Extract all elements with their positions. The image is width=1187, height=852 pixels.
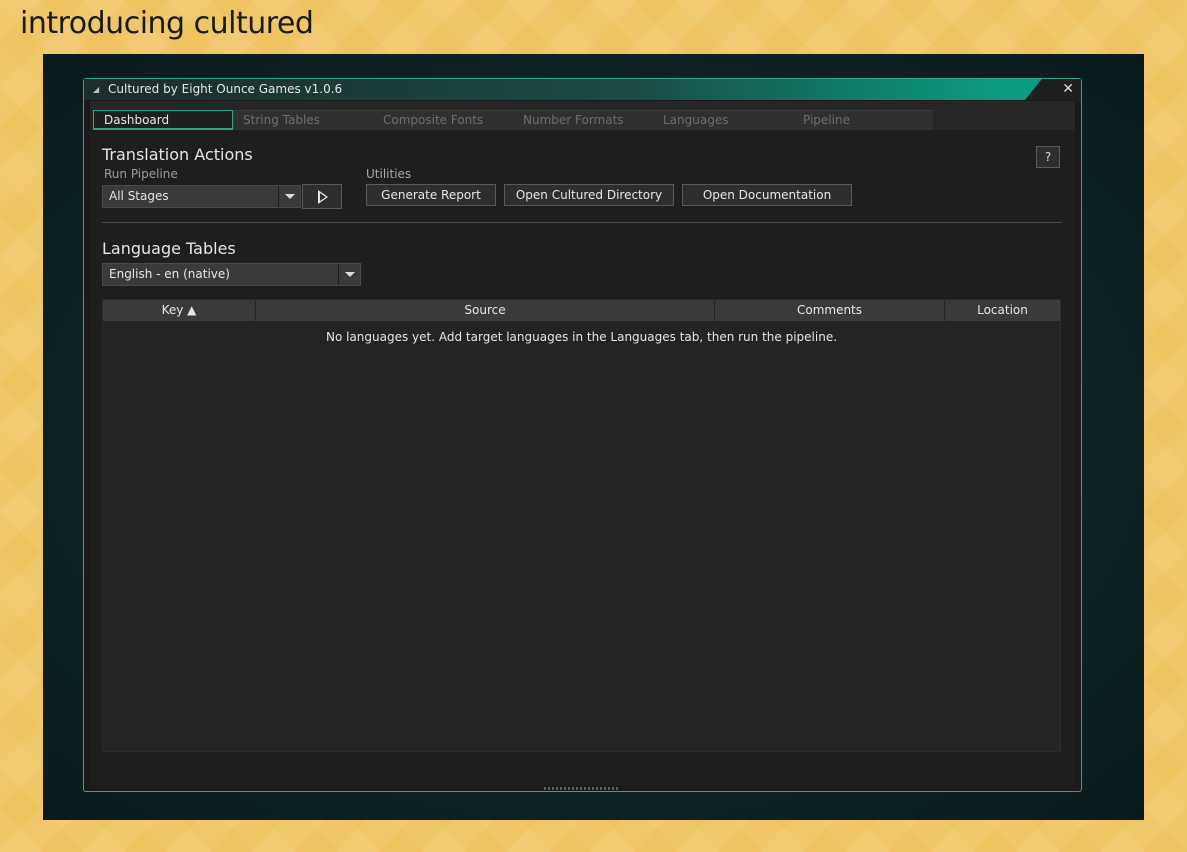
open-cultured-directory-button[interactable]: Open Cultured Directory bbox=[504, 184, 674, 206]
tab-string-tables[interactable]: String Tables bbox=[233, 110, 373, 130]
translation-actions-title: Translation Actions bbox=[102, 145, 253, 164]
tab-composite-fonts[interactable]: Composite Fonts bbox=[373, 110, 513, 130]
language-select[interactable]: English - en (native) bbox=[102, 263, 361, 286]
run-pipeline-label: Run Pipeline bbox=[104, 167, 178, 181]
tab-number-formats[interactable]: Number Formats bbox=[513, 110, 653, 130]
language-select-value: English - en (native) bbox=[109, 267, 230, 281]
close-button[interactable]: ✕ bbox=[1025, 79, 1081, 100]
chevron-down-icon[interactable] bbox=[278, 186, 300, 207]
window-content: Dashboard String Tables Composite Fonts … bbox=[90, 101, 1075, 785]
tab-languages[interactable]: Languages bbox=[653, 110, 793, 130]
run-pipeline-button[interactable] bbox=[302, 184, 342, 209]
help-button[interactable]: ? bbox=[1036, 146, 1060, 168]
title-bar[interactable]: ◢ Cultured by Eight Ounce Games v1.0.6 ✕ bbox=[84, 79, 1081, 100]
stage-select[interactable]: All Stages bbox=[102, 185, 301, 208]
window-title: Cultured by Eight Ounce Games v1.0.6 bbox=[108, 82, 343, 96]
cultured-window: ◢ Cultured by Eight Ounce Games v1.0.6 ✕… bbox=[83, 78, 1082, 792]
close-icon: ✕ bbox=[1062, 81, 1074, 97]
column-location[interactable]: Location bbox=[945, 300, 1060, 321]
utilities-label: Utilities bbox=[366, 167, 412, 181]
tab-pipeline[interactable]: Pipeline bbox=[793, 110, 933, 130]
tab-dashboard[interactable]: Dashboard bbox=[93, 110, 233, 130]
generate-report-button[interactable]: Generate Report bbox=[366, 184, 496, 206]
stage-select-value: All Stages bbox=[109, 189, 169, 203]
language-tables-title: Language Tables bbox=[102, 239, 236, 258]
resize-handle[interactable] bbox=[544, 787, 620, 790]
open-documentation-button[interactable]: Open Documentation bbox=[682, 184, 852, 206]
empty-table-message: No languages yet. Add target languages i… bbox=[325, 330, 838, 344]
column-source[interactable]: Source bbox=[256, 300, 715, 321]
dashboard-panel: Translation Actions ? Run Pipeline All S… bbox=[90, 130, 1075, 785]
chevron-down-icon[interactable] bbox=[338, 264, 360, 285]
column-comments[interactable]: Comments bbox=[715, 300, 945, 321]
column-key[interactable]: Key ▲ bbox=[103, 300, 256, 321]
triangle-down-icon[interactable]: ◢ bbox=[93, 85, 99, 94]
headline: introducing cultured bbox=[20, 6, 314, 41]
language-table: Key ▲ Source Comments Location No langua… bbox=[102, 299, 1061, 752]
table-header: Key ▲ Source Comments Location bbox=[103, 300, 1060, 321]
section-divider bbox=[102, 222, 1062, 223]
